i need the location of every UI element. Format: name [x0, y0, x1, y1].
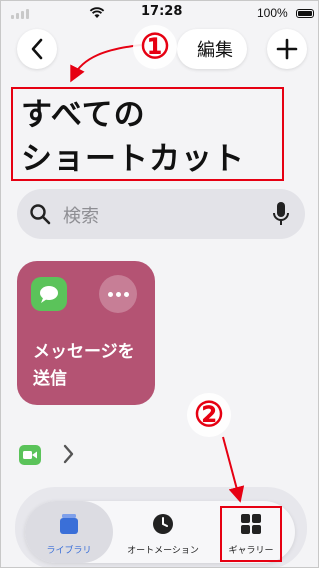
shortcut-card[interactable]: メッセージを送信: [17, 261, 155, 405]
search-placeholder: 検索: [63, 206, 99, 227]
status-time: 17:28: [141, 4, 183, 19]
tab-library-label: ライブラリ: [46, 546, 92, 556]
microphone-icon[interactable]: [273, 201, 289, 227]
annotation-box-title: すべての ショートカット: [11, 87, 284, 181]
battery-icon: [296, 9, 314, 18]
signal-icon: [11, 9, 29, 19]
add-shortcut-button[interactable]: [267, 29, 307, 69]
messages-icon: [31, 277, 67, 311]
search-icon: [30, 204, 51, 225]
back-button[interactable]: [17, 29, 57, 69]
tab-library[interactable]: ライブラリ: [25, 501, 113, 563]
plus-icon: [276, 38, 298, 60]
chevron-left-icon: [31, 38, 43, 60]
clock-icon: [153, 514, 173, 534]
library-stack-icon: [60, 514, 78, 534]
shortcut-card-title: メッセージを送信: [33, 342, 135, 389]
edit-button-label: 編集: [197, 40, 233, 61]
facetime-icon[interactable]: [19, 445, 41, 465]
annotation-marker-1: ①: [133, 25, 177, 69]
app-screen: 17:28 100% 編集 すべての ショートカット 検索 メッセージを送信 ラ…: [0, 0, 319, 568]
page-title-line1: すべての: [21, 97, 146, 133]
battery-percent: 100%: [257, 6, 288, 20]
search-field[interactable]: 検索: [17, 189, 305, 239]
annotation-marker-2: ②: [187, 393, 231, 437]
annotation-box-gallery: [220, 506, 282, 562]
page-title-line2: ショートカット: [21, 141, 245, 177]
tab-automation[interactable]: オートメーション: [117, 501, 209, 563]
chevron-right-icon[interactable]: [61, 443, 75, 465]
tab-automation-label: オートメーション: [127, 546, 199, 556]
status-bar: 17:28 100%: [1, 1, 318, 27]
more-options-button[interactable]: [99, 275, 137, 313]
wifi-icon: [89, 7, 105, 18]
